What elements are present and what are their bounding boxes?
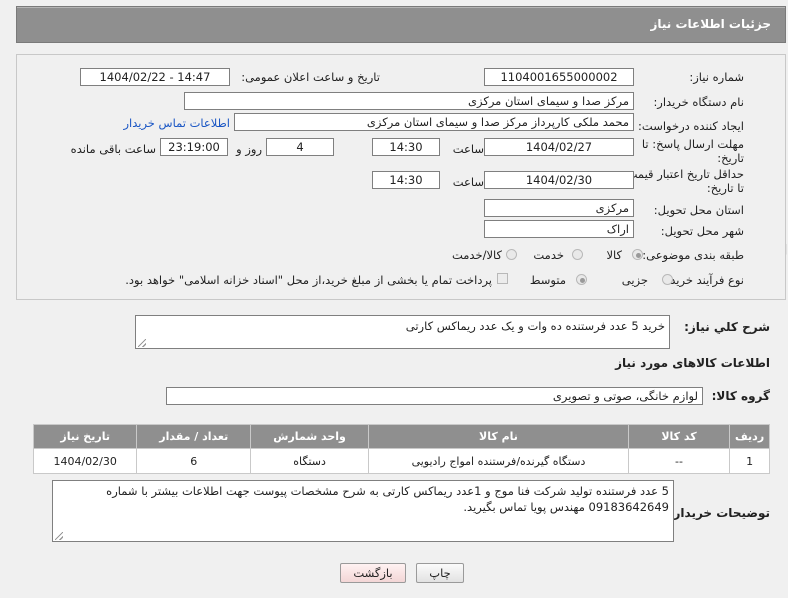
city-label: شهر محل تحویل: [660,224,744,238]
category-label: طبقه بندی موضوعی: [642,248,744,262]
days-label: روز و [236,142,262,156]
cell-unit: دستگاه [250,448,370,474]
buyer-org-field[interactable]: مرکز صدا و سیمای استان مرکزی [184,92,634,110]
goods-table-header: ردیف کد کالا نام کالا واحد شمارش تعداد /… [32,424,770,449]
purchase-type-label: نوع فرآیند خرید : [662,273,744,287]
col-quantity: تعداد / مقدار [136,424,252,449]
category-radio-goods-service[interactable] [506,249,517,260]
purchase-radio-medium[interactable] [576,274,587,285]
page-header: جزئیات اطلاعات نیاز [16,6,786,43]
creator-field[interactable]: محمد ملکی کارپرداز مرکز صدا و سیمای استا… [234,113,634,131]
category-option-service: خدمت [533,248,564,262]
goods-table: ردیف کد کالا نام کالا واحد شمارش تعداد /… [32,424,770,474]
buyer-notes-text: 5 عدد فرستنده تولید شرکت فنا موج و 1عدد … [106,484,669,514]
category-option-goods: کالا [606,248,622,262]
purchase-radio-minor[interactable] [662,274,673,285]
province-label: استان محل تحویل: [653,203,744,217]
province-field[interactable]: مرکزی [484,199,634,217]
need-number-label: شماره نیاز: [689,70,744,84]
treasury-payment-checkbox[interactable] [497,273,508,284]
city-field[interactable]: اراک [484,220,634,238]
category-radio-goods[interactable] [632,249,643,260]
cell-goods-code: -- [627,448,731,474]
summary-label: شرح کلي نياز: [684,320,770,334]
cell-row-number: 1 [729,448,770,474]
col-row-number: ردیف [729,424,770,449]
purchase-option-minor: جزیی [621,273,648,287]
purchase-option-medium: متوسط [529,273,566,287]
col-unit: واحد شمارش [250,424,370,449]
print-button[interactable]: چاپ [416,563,464,583]
resize-handle-icon[interactable] [138,339,146,347]
col-goods-code: کد کالا [627,424,731,449]
buyer-notes-textarea[interactable]: 5 عدد فرستنده تولید شرکت فنا موج و 1عدد … [52,480,674,542]
table-row[interactable]: 1 -- دستگاه گیرنده/فرستنده امواج رادیویی… [32,448,770,474]
reply-deadline-label-2: تاریخ: [717,151,744,165]
category-radio-service[interactable] [572,249,583,260]
creator-label: ایجاد کننده درخواست: [638,119,744,133]
price-validity-label-2: تا تاریخ: [706,181,744,195]
treasury-payment-note: پرداخت تمام یا بخشی از مبلغ خرید،از محل … [125,273,492,287]
reply-time-field[interactable]: 14:30 [372,138,440,156]
summary-textarea[interactable]: خرید 5 عدد فرستنده ده وات و یک عدد ریماک… [135,315,670,349]
price-time-label: ساعت [452,175,484,189]
cell-goods-name: دستگاه گیرنده/فرستنده امواج رادیویی [368,448,629,474]
remaining-time-label: ساعت باقی مانده [70,142,156,156]
cell-quantity: 6 [136,448,252,474]
announce-field[interactable]: 1404/02/22 - 14:47 [80,68,230,86]
col-need-date: تاریخ نیاز [32,424,138,449]
announce-label: تاریخ و ساعت اعلان عمومی: [241,70,380,84]
buyer-notes-label: توضیحات خریدار: [668,506,770,520]
back-button[interactable]: بازگشت [340,563,406,583]
goods-group-label: گروه کالا: [711,389,770,403]
remaining-time-field[interactable]: 23:19:00 [160,138,228,156]
price-time-field[interactable]: 14:30 [372,171,440,189]
price-validity-label: حداقل تاریخ اعتبار قیمت: [622,167,744,181]
category-option-goods-service: کالا/خدمت [451,248,502,262]
reply-deadline-label: مهلت ارسال پاسخ: تا [641,137,744,151]
cell-need-date: 1404/02/30 [32,448,138,474]
page-title: جزئیات اطلاعات نیاز [650,17,771,31]
days-remaining-field[interactable]: 4 [266,138,334,156]
reply-date-field[interactable]: 1404/02/27 [484,138,634,156]
buyer-org-label: نام دستگاه خریدار: [653,95,744,109]
buyer-contact-link[interactable]: اطلاعات تماس خریدار [123,116,230,130]
price-date-field[interactable]: 1404/02/30 [484,171,634,189]
need-number-field[interactable]: 1104001655000002 [484,68,634,86]
goods-group-field[interactable]: لوازم خانگی، صوتی و تصویری [166,387,703,405]
summary-text: خرید 5 عدد فرستنده ده وات و یک عدد ریماک… [405,319,665,333]
resize-handle-icon[interactable] [55,532,63,540]
reply-time-label: ساعت [452,142,484,156]
col-goods-name: نام کالا [368,424,629,449]
goods-section-title: اطلاعات کالاهای مورد نیاز [615,356,770,370]
